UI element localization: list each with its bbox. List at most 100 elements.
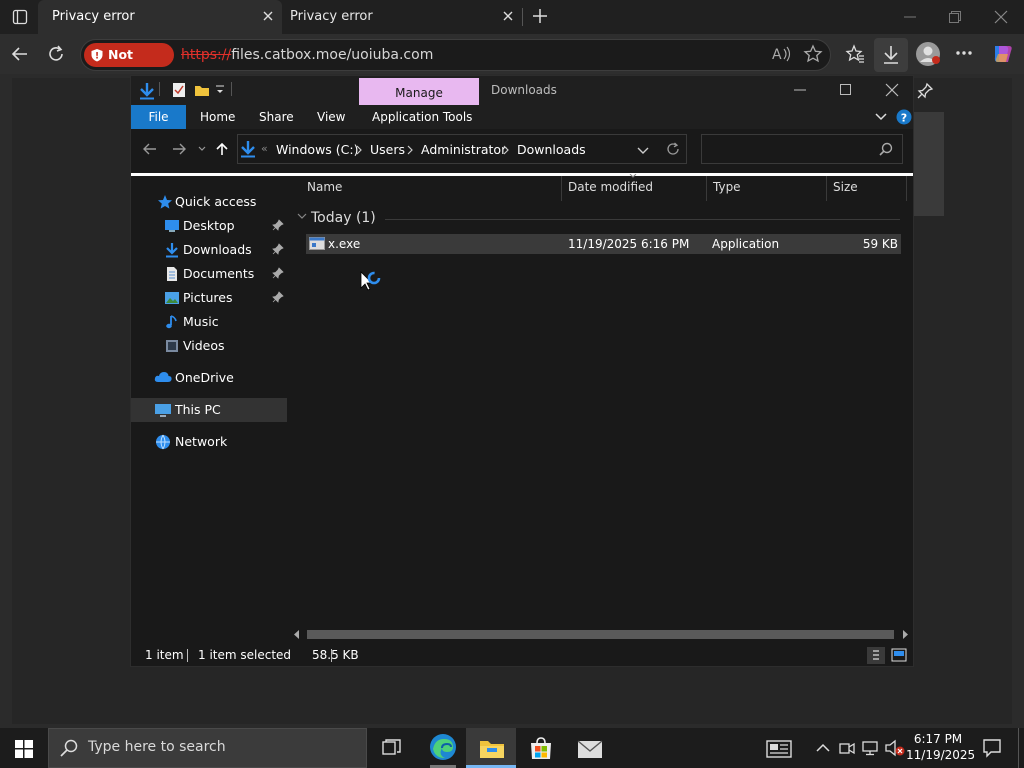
back-icon[interactable] [11,45,29,63]
svg-text:A: A [772,47,782,63]
nav-item-network[interactable]: Network [131,430,287,454]
ribbon-tab-home[interactable]: Home [200,105,235,129]
group-collapse-icon[interactable] [297,213,307,220]
minimize-icon[interactable] [903,10,917,24]
scrollbar-thumb[interactable] [307,630,894,639]
file-row[interactable]: x.exe 11/19/2025 6:16 PM Application 59 … [306,234,901,254]
search-icon[interactable] [879,142,893,156]
taskbar-clock[interactable]: 6:17 PM 11/19/2025 [906,731,975,763]
properties-icon[interactable] [172,82,186,98]
address-dropdown-icon[interactable] [637,147,649,155]
column-separator[interactable] [706,176,707,201]
chevron-right-icon[interactable] [407,145,413,155]
browser-tab-2-title: Privacy error [290,9,373,24]
scroll-right-icon[interactable] [903,630,909,639]
nav-item-desktop[interactable]: Desktop [131,214,287,238]
shield-warning-icon: ! [90,48,104,62]
nav-item-music[interactable]: Music [131,310,287,334]
tab-actions-icon[interactable] [12,9,28,25]
ribbon-tab-application-tools[interactable]: Application Tools [372,105,472,129]
refresh-icon[interactable] [47,45,65,63]
breadcrumb-windows-c[interactable]: Windows (C:) [276,142,358,157]
nav-label: Network [175,434,228,449]
restore-icon[interactable] [948,10,962,24]
news-widget-icon[interactable] [766,740,792,758]
up-arrow-icon[interactable] [216,142,228,156]
store-icon[interactable] [528,735,554,761]
favorites-icon[interactable] [845,44,865,64]
browser-tab-2[interactable]: Privacy error [282,0,522,34]
customize-qat-icon[interactable] [215,84,225,96]
maximize-icon[interactable] [839,83,853,97]
breadcrumb-overflow-icon[interactable]: « [261,142,268,155]
scroll-left-icon[interactable] [294,630,300,639]
nav-item-documents[interactable]: Documents [131,262,287,286]
pin-icon[interactable] [916,82,934,100]
profile-avatar-icon[interactable] [915,41,941,67]
chevron-right-icon[interactable] [356,145,362,155]
nav-item-this-pc[interactable]: This PC [131,398,287,422]
details-view-button[interactable] [867,647,885,664]
favorite-star-icon[interactable] [803,44,823,64]
help-icon[interactable]: ? [896,109,912,125]
file-date-modified: 11/19/2025 6:16 PM [568,237,690,251]
new-tab-icon[interactable] [532,8,548,24]
nav-item-onedrive[interactable]: OneDrive [131,366,287,390]
refresh-icon[interactable] [666,142,680,156]
recent-locations-icon[interactable] [198,146,206,152]
file-explorer-taskbar-button[interactable] [466,728,516,768]
manage-context-tab[interactable]: Manage [359,78,479,105]
minimize-icon[interactable] [793,83,807,97]
copilot-icon[interactable] [990,42,1014,66]
chevron-up-icon[interactable] [816,743,830,753]
nav-item-downloads[interactable]: Downloads [131,238,287,262]
url-text[interactable]: https://files.catbox.moe/uoiuba.com [181,45,433,65]
search-icon [60,739,78,757]
ribbon-tab-file[interactable]: File [131,105,186,129]
nav-item-videos[interactable]: Videos [131,334,287,358]
ribbon-tab-share[interactable]: Share [259,105,294,129]
close-icon[interactable] [262,10,274,22]
meet-now-icon[interactable] [839,740,855,756]
breadcrumb-administrator[interactable]: Administrator [421,142,506,157]
network-status-icon[interactable] [862,740,880,756]
back-icon[interactable] [143,143,157,155]
notification-icon[interactable] [982,738,1002,758]
browser-tab-1[interactable]: Privacy error [38,0,282,34]
large-icons-view-button[interactable] [891,648,907,662]
breadcrumb-downloads[interactable]: Downloads [517,142,586,157]
more-options-icon[interactable] [955,50,973,56]
not-secure-badge[interactable]: ! Not secure [84,43,174,86]
chevron-right-icon[interactable] [503,145,509,155]
expand-ribbon-icon[interactable] [875,113,887,121]
breadcrumb-users[interactable]: Users [370,142,405,157]
pictures-icon [164,290,180,306]
forward-icon[interactable] [172,143,186,155]
close-icon[interactable] [502,10,514,22]
task-view-icon[interactable] [382,739,402,757]
nav-item-pictures[interactable]: Pictures [131,286,287,310]
column-separator[interactable] [826,176,827,201]
column-header-size[interactable]: Size [833,180,858,194]
read-aloud-icon[interactable]: A [772,45,792,63]
downloads-button[interactable] [874,38,908,72]
group-header-today[interactable]: Today (1) [311,210,376,226]
column-header-type[interactable]: Type [713,180,741,194]
column-header-name[interactable]: Name [307,180,342,194]
ribbon-tab-view[interactable]: View [317,105,345,129]
close-window-icon[interactable] [994,10,1008,24]
start-windows-icon[interactable] [15,740,33,758]
new-folder-icon[interactable] [194,83,210,97]
nav-label: Quick access [175,194,257,209]
show-desktop-button[interactable] [1018,728,1019,768]
nav-item-quick-access[interactable]: Quick access [131,190,287,214]
mail-icon[interactable] [577,739,603,759]
volume-muted-icon[interactable] [885,739,905,757]
column-separator[interactable] [561,176,562,201]
search-input[interactable] [701,134,903,164]
column-header-date-modified[interactable]: Date modified [568,180,653,194]
status-selected-size: 58.5 KB [312,648,359,662]
column-separator[interactable] [906,176,907,201]
edge-browser-icon[interactable] [429,733,457,761]
close-icon[interactable] [885,83,899,97]
